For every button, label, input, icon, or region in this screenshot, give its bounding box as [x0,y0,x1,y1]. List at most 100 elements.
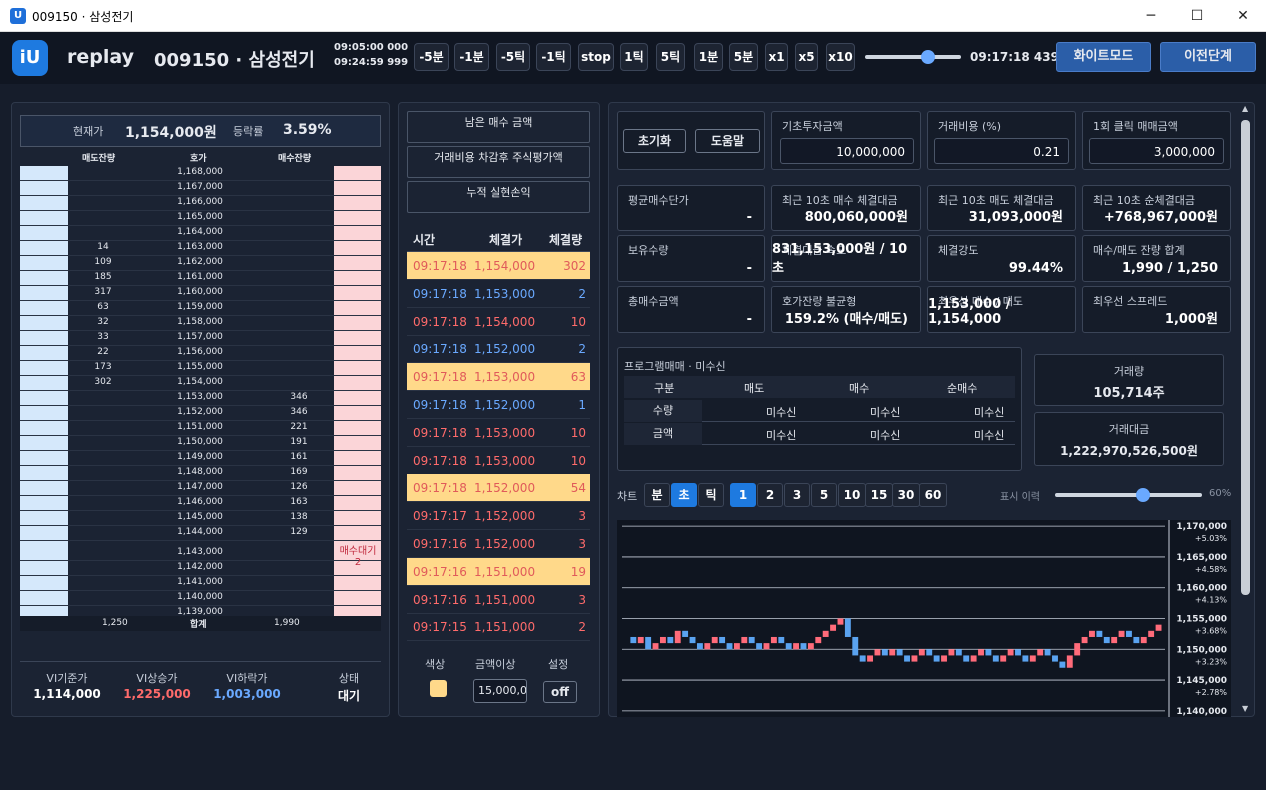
interval-button[interactable]: 3 [784,483,810,507]
prev-step-button[interactable]: 이전단계 [1160,42,1256,72]
trade-price: 1,153,000 [474,453,536,468]
orderbook-row[interactable]: 1,140,000 [20,591,381,606]
y-tick-label: 1,155,000 [1176,615,1227,625]
orderbook-row[interactable]: 14 1,163,000 [20,241,381,256]
orderbook-row[interactable]: 1,149,000 161 [20,451,381,466]
bid-qty: 129 [290,527,308,537]
stat-card: 최근 10초 순체결대금 +768,967,000원 [1082,185,1231,231]
white-mode-button[interactable]: 화이트모드 [1056,42,1151,72]
orderbook-row[interactable]: 63 1,159,000 [20,301,381,316]
candle [1066,655,1073,668]
candle [1148,630,1155,637]
bid-qty: 161 [290,452,308,462]
orderbook-row[interactable]: 1,146,000 163 [20,496,381,511]
trade-row[interactable]: 09:17:18 1,152,000 2 [407,335,590,364]
bid-qty: 221 [290,422,308,432]
maximize-button[interactable]: ☐ [1174,0,1220,32]
trade-row[interactable]: 09:17:16 1,151,000 3 [407,586,590,614]
orderbook-row[interactable]: 1,151,000 221 [20,421,381,436]
candlestick-chart[interactable]: 1,170,000 +5.03% 1,165,000 +4.58% 1,160,000 +… [617,520,1231,717]
playback-button[interactable]: 5분 [729,43,758,71]
trade-row[interactable]: 09:17:18 1,152,000 54 [407,474,590,503]
highlight-color-swatch[interactable] [430,680,447,697]
orderbook-row[interactable]: 1,148,000 169 [20,466,381,481]
orderbook-row[interactable]: 33 1,157,000 [20,331,381,346]
trade-row[interactable]: 09:17:15 1,151,000 2 [407,613,590,642]
close-button[interactable]: ✕ [1220,0,1266,32]
orderbook-row[interactable]: 1,150,000 191 [20,436,381,451]
interval-button[interactable]: 15 [865,483,893,507]
trade-row[interactable]: 09:17:18 1,153,000 10 [407,419,590,447]
orderbook-row[interactable]: 1,153,000 346 [20,391,381,406]
playback-button[interactable]: 5틱 [656,43,685,71]
trade-row[interactable]: 09:17:16 1,152,000 3 [407,530,590,558]
orderbook-row[interactable]: 1,167,000 [20,181,381,196]
minimize-button[interactable]: ─ [1128,0,1174,32]
orderbook-row[interactable]: 1,166,000 [20,196,381,211]
price-level: 1,168,000 [177,167,223,177]
invest-input[interactable]: 10,000,000 [780,138,914,164]
click-amount-input[interactable]: 3,000,000 [1089,138,1224,164]
time-slider-track[interactable] [865,55,961,59]
orderbook-row[interactable]: 1,152,000 346 [20,406,381,421]
stat-value: 1,000원 [1164,312,1218,327]
playback-button[interactable]: -5틱 [496,43,530,71]
interval-button[interactable]: 2 [757,483,783,507]
orderbook-row[interactable]: 1,165,000 [20,211,381,226]
filter-amount-input[interactable]: 15,000,0 [473,679,527,703]
unit-button[interactable]: 틱 [698,483,724,507]
unit-button[interactable]: 초 [671,483,697,507]
orderbook-row[interactable]: 1,145,000 138 [20,511,381,526]
interval-button[interactable]: 5 [811,483,837,507]
orderbook-row[interactable]: 1,168,000 [20,166,381,181]
trade-row[interactable]: 09:17:17 1,152,000 3 [407,502,590,531]
trade-row[interactable]: 09:17:18 1,153,000 63 [407,363,590,392]
filter-toggle-button[interactable]: off [543,681,577,703]
trade-row[interactable]: 09:17:18 1,154,000 302 [407,252,590,280]
orderbook-row[interactable]: 185 1,161,000 [20,271,381,286]
trade-row[interactable]: 09:17:16 1,151,000 19 [407,557,590,586]
playback-button[interactable]: stop [578,43,614,71]
unit-button[interactable]: 분 [644,483,670,507]
playback-button[interactable]: x1 [765,43,788,71]
playback-button[interactable]: -5분 [414,43,449,71]
stock-name: 009150 · 삼성전기 [154,50,315,71]
help-button[interactable]: 도움말 [695,129,760,153]
orderbook-row[interactable]: 1,143,000 [20,546,381,561]
display-slider-track[interactable] [1055,493,1202,497]
playback-button[interactable]: -1틱 [536,43,571,71]
playback-button[interactable]: 1분 [694,43,723,71]
orderbook-row[interactable]: 173 1,155,000 [20,361,381,376]
trade-time: 09:17:18 [413,314,467,329]
buy-wait-label: 매수대기 2 [336,542,380,568]
orderbook-row[interactable]: 109 1,162,000 [20,256,381,271]
playback-button[interactable]: -1분 [454,43,489,71]
playback-button[interactable]: x10 [826,43,855,71]
trade-row[interactable]: 09:17:18 1,152,000 1 [407,391,590,419]
scroll-up-icon[interactable]: ▲ [1242,104,1248,113]
trade-row[interactable]: 09:17:18 1,154,000 10 [407,308,590,336]
interval-button[interactable]: 60 [919,483,947,507]
orderbook-row[interactable]: 1,164,000 [20,226,381,241]
candle [1037,649,1044,656]
orderbook-row[interactable]: 32 1,158,000 [20,316,381,331]
trade-row[interactable]: 09:17:18 1,153,000 10 [407,447,590,475]
orderbook-row[interactable]: 317 1,160,000 [20,286,381,301]
interval-button[interactable]: 10 [838,483,866,507]
chart-area[interactable]: 1,170,000 +5.03% 1,165,000 +4.58% 1,160,000 +… [617,520,1231,717]
interval-button[interactable]: 30 [892,483,920,507]
interval-button[interactable]: 1 [730,483,756,507]
trade-row[interactable]: 09:17:18 1,153,000 2 [407,280,590,308]
cost-input[interactable]: 0.21 [934,138,1069,164]
orderbook-row[interactable]: 302 1,154,000 [20,376,381,391]
playback-button[interactable]: 1틱 [620,43,648,71]
playback-button[interactable]: x5 [795,43,818,71]
scrollbar-thumb[interactable] [1241,120,1250,595]
reset-button[interactable]: 초기화 [623,129,686,153]
orderbook-row[interactable]: 1,141,000 [20,576,381,591]
orderbook-row[interactable]: 1,144,000 129 [20,526,381,541]
orderbook-row[interactable]: 1,147,000 126 [20,481,381,496]
orderbook-row[interactable]: 22 1,156,000 [20,346,381,361]
scroll-down-icon[interactable]: ▼ [1242,704,1248,713]
orderbook-row[interactable]: 1,142,000 [20,561,381,576]
